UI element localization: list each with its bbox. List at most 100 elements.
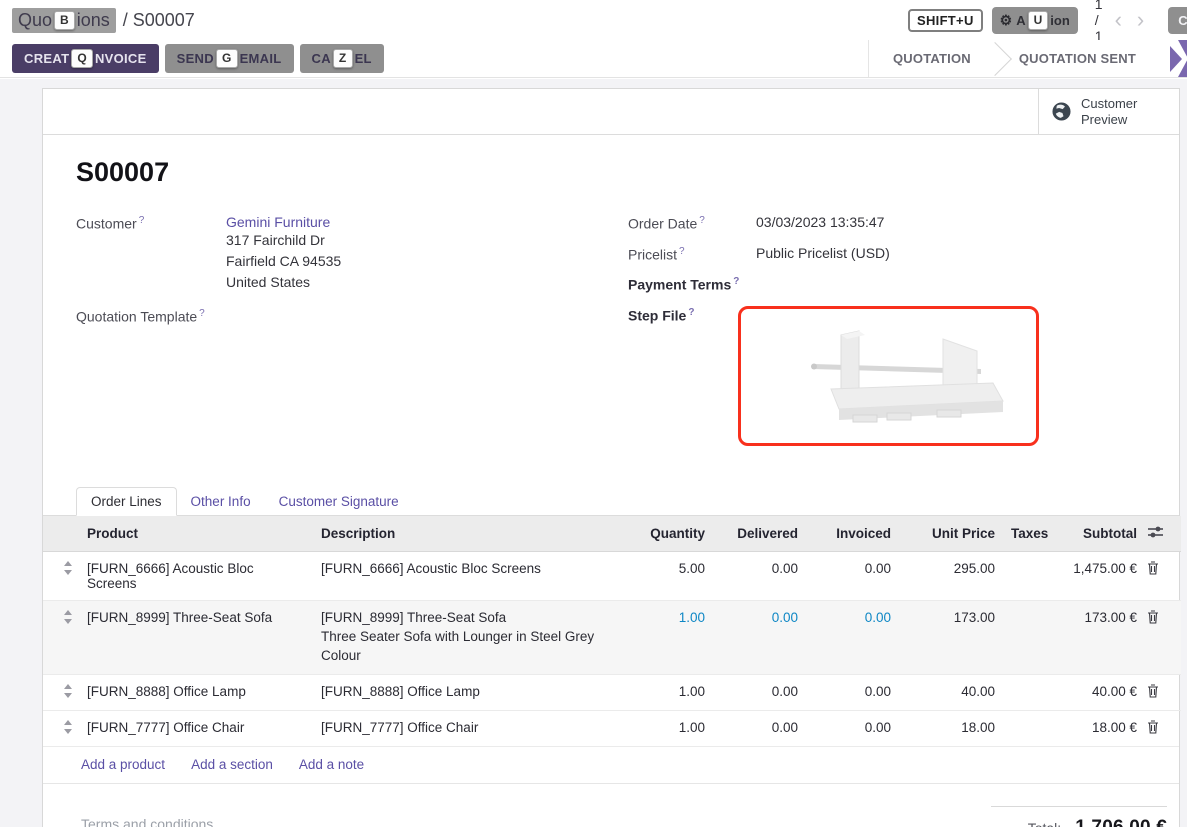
add-a-note-link[interactable]: Add a note	[299, 757, 364, 772]
customer-address: 317 Fairchild Dr Fairfield CA 94535 Unit…	[226, 230, 341, 293]
table-row[interactable]: [FURN_6666] Acoustic Bloc Screens [FURN_…	[43, 551, 1181, 600]
page-title: S00007	[76, 157, 1139, 188]
customer-help-marker[interactable]: ?	[139, 215, 145, 226]
cell-product[interactable]: [FURN_6666] Acoustic Bloc Screens	[79, 551, 313, 600]
cell-unit-price[interactable]: 295.00	[899, 551, 1003, 600]
cell-quantity[interactable]: 1.00	[629, 710, 713, 746]
cell-description[interactable]: [FURN_8999] Three-Seat Sofa Three Seater…	[313, 600, 629, 674]
column-header-invoiced[interactable]: Invoiced	[806, 516, 899, 552]
breadcrumb: QuoBions / S00007	[12, 8, 195, 33]
step-file-help-marker[interactable]: ?	[688, 307, 694, 318]
cell-description[interactable]: [FURN_8888] Office Lamp	[313, 674, 629, 710]
cell-quantity[interactable]: 5.00	[629, 551, 713, 600]
payment-terms-label-text: Payment Terms	[628, 277, 731, 293]
column-header-taxes[interactable]: Taxes	[1003, 516, 1043, 552]
payment-terms-field-row: Payment Terms?	[628, 275, 1139, 293]
order-date-help-marker[interactable]: ?	[699, 215, 705, 226]
sheet-bottom: Terms and conditions... Total: 1,706.00 …	[43, 784, 1179, 827]
cell-invoiced[interactable]: 0.00	[806, 551, 899, 600]
tab-order-lines[interactable]: Order Lines	[76, 487, 177, 516]
table-header-row: Product Description Quantity Delivered I…	[43, 516, 1181, 552]
column-header-description[interactable]: Description	[313, 516, 629, 552]
cell-taxes[interactable]	[1003, 551, 1043, 600]
column-header-quantity[interactable]: Quantity	[629, 516, 713, 552]
odoo-sales-order-page: QuoBions / S00007 SHIFT+U ⚙ A U ion 1 / …	[0, 0, 1187, 827]
cell-invoiced[interactable]: 0.00	[806, 674, 899, 710]
tab-other-info[interactable]: Other Info	[177, 488, 265, 515]
table-footer-links: Add a product Add a section Add a note	[43, 746, 1179, 784]
cell-delivered[interactable]: 0.00	[713, 600, 806, 674]
column-header-subtotal[interactable]: Subtotal	[1043, 516, 1145, 552]
tab-customer-signature[interactable]: Customer Signature	[265, 488, 413, 515]
delete-row-icon[interactable]	[1147, 561, 1159, 578]
cell-unit-price[interactable]: 40.00	[899, 674, 1003, 710]
cell-delivered[interactable]: 0.00	[713, 674, 806, 710]
step-file-label-text: Step File	[628, 308, 686, 324]
cell-description[interactable]: [FURN_6666] Acoustic Bloc Screens	[313, 551, 629, 600]
cell-product[interactable]: [FURN_8999] Three-Seat Sofa	[79, 600, 313, 674]
cell-description[interactable]: [FURN_7777] Office Chair	[313, 710, 629, 746]
stage-quotation-sent[interactable]: QUOTATION SENT	[995, 40, 1160, 77]
cell-product[interactable]: [FURN_7777] Office Chair	[79, 710, 313, 746]
drag-handle-icon[interactable]	[51, 684, 73, 701]
pricelist-help-marker[interactable]: ?	[679, 246, 685, 257]
payment-terms-help-marker[interactable]: ?	[733, 276, 739, 287]
cell-taxes[interactable]	[1003, 674, 1043, 710]
cell-unit-price[interactable]: 173.00	[899, 600, 1003, 674]
customer-preview-button[interactable]: Customer Preview	[1038, 89, 1179, 134]
content-area: Customer Preview S00007 Customer? Gemini…	[0, 79, 1187, 827]
cell-quantity[interactable]: 1.00	[629, 674, 713, 710]
optional-columns-button[interactable]	[1145, 516, 1181, 552]
statusbar: QUOTATION QUOTATION SENT SALES ORDER	[868, 40, 1187, 77]
add-a-section-link[interactable]: Add a section	[191, 757, 273, 772]
pricelist-value[interactable]: Public Pricelist (USD)	[756, 245, 890, 263]
action-menu-button[interactable]: ⚙ A U ion	[992, 7, 1078, 34]
pager-next-icon[interactable]: ›	[1134, 10, 1147, 30]
order-date-field-row: Order Date? 03/03/2023 13:35:47	[628, 214, 1139, 232]
drag-handle-icon[interactable]	[51, 561, 73, 578]
cell-delivered[interactable]: 0.00	[713, 551, 806, 600]
order-date-value[interactable]: 03/03/2023 13:35:47	[756, 214, 884, 232]
delete-row-icon[interactable]	[1147, 610, 1159, 627]
send-email-button[interactable]: SENDGEMAIL	[165, 44, 294, 73]
cell-taxes[interactable]	[1003, 710, 1043, 746]
cutoff-button[interactable]: C	[1168, 7, 1187, 34]
table-row[interactable]: [FURN_7777] Office Chair [FURN_7777] Off…	[43, 710, 1181, 746]
field-column-right: Order Date? 03/03/2023 13:35:47 Pricelis…	[628, 214, 1139, 455]
column-header-product[interactable]: Product	[79, 516, 313, 552]
terms-and-conditions-input[interactable]: Terms and conditions...	[81, 816, 225, 827]
notebook-tabs: Order Lines Other Info Customer Signatur…	[43, 485, 1179, 516]
cell-product[interactable]: [FURN_8888] Office Lamp	[79, 674, 313, 710]
total-value: 1,706.00 €	[1075, 817, 1167, 827]
stage-quotation[interactable]: QUOTATION	[869, 40, 995, 77]
cell-delivered[interactable]: 0.00	[713, 710, 806, 746]
create-invoice-button[interactable]: CREATQNVOICE	[12, 44, 159, 73]
cell-quantity[interactable]: 1.00	[629, 600, 713, 674]
cell-unit-price[interactable]: 18.00	[899, 710, 1003, 746]
column-header-delivered[interactable]: Delivered	[713, 516, 806, 552]
quotation-template-help-marker[interactable]: ?	[199, 308, 205, 319]
column-header-unit-price[interactable]: Unit Price	[899, 516, 1003, 552]
sheet-inner: S00007 Customer? Gemini Furniture 317 Fa…	[43, 157, 1179, 455]
total-label: Total:	[1028, 820, 1061, 827]
table-row[interactable]: [FURN_8888] Office Lamp [FURN_8888] Offi…	[43, 674, 1181, 710]
cancel-button[interactable]: CAZEL	[300, 44, 384, 73]
step-file-image[interactable]	[738, 306, 1039, 446]
delete-row-icon[interactable]	[1147, 720, 1159, 737]
customer-link[interactable]: Gemini Furniture	[226, 214, 330, 230]
keyhint-shift-u: SHIFT+U	[908, 9, 983, 32]
drag-handle-icon[interactable]	[51, 610, 73, 627]
cell-invoiced[interactable]: 0.00	[806, 600, 899, 674]
keyhint-b: B	[54, 11, 75, 30]
delete-row-icon[interactable]	[1147, 684, 1159, 701]
table-row[interactable]: [FURN_8999] Three-Seat Sofa [FURN_8999] …	[43, 600, 1181, 674]
cell-invoiced[interactable]: 0.00	[806, 710, 899, 746]
add-a-product-link[interactable]: Add a product	[81, 757, 165, 772]
drag-handle-icon[interactable]	[51, 720, 73, 737]
cell-taxes[interactable]	[1003, 600, 1043, 674]
address-line: 317 Fairchild Dr	[226, 230, 341, 251]
breadcrumb-parent-quotations[interactable]: QuoBions	[12, 8, 116, 33]
quotation-template-label: Quotation Template?	[76, 307, 205, 325]
breadcrumb-parent-text-pre: Quo	[18, 10, 52, 31]
pager-previous-icon[interactable]: ‹	[1112, 10, 1125, 30]
